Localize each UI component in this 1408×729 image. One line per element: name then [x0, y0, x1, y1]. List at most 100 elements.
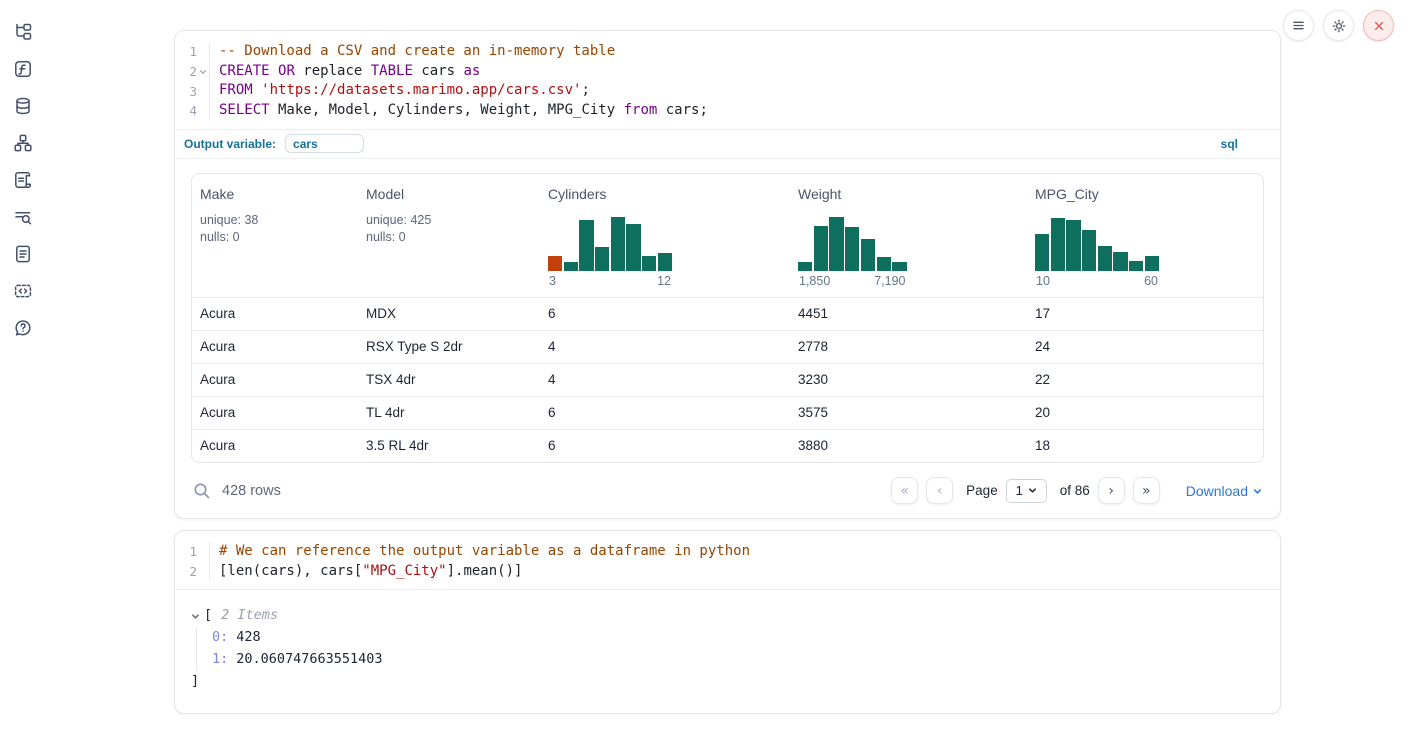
- table-row: AcuraMDX6445117: [192, 297, 1263, 330]
- download-label: Download: [1186, 483, 1248, 499]
- tree-entry: 0:428: [212, 627, 1264, 649]
- column-header[interactable]: Model unique: 425nulls: 0: [358, 186, 540, 288]
- column-header[interactable]: Makeunique: 38nulls: 0: [192, 186, 358, 288]
- table-cell: 17: [1027, 306, 1263, 321]
- tree-entries: 0:4281:20.060747663551403: [196, 627, 1264, 671]
- table-cell: 6: [540, 438, 790, 453]
- sql-code-editor[interactable]: 1234 -- Download a CSV and create an in-…: [175, 31, 1280, 130]
- left-panel-rail: [0, 0, 46, 339]
- table-cell: 4: [540, 339, 790, 354]
- histogram-bar: [564, 262, 578, 270]
- search-icon: [193, 482, 211, 500]
- menu-button[interactable]: [1283, 10, 1314, 41]
- next-page-button[interactable]: ›: [1098, 477, 1125, 504]
- close-icon: [1373, 20, 1385, 32]
- dependency-graph-icon[interactable]: [12, 132, 34, 154]
- column-header[interactable]: Cylinders312: [540, 186, 790, 288]
- table-body: AcuraMDX6445117AcuraRSX Type S 2dr427782…: [192, 297, 1263, 462]
- page-total-label: of 86: [1060, 483, 1090, 498]
- table-row: AcuraTL 4dr6357520: [192, 396, 1263, 429]
- code-line: CREATE OR replace TABLE cars as: [219, 62, 708, 82]
- histogram-bar: [595, 247, 609, 271]
- gear-icon: [1331, 18, 1347, 34]
- column-histogram: [548, 215, 672, 271]
- histogram-bar: [658, 253, 672, 270]
- histogram-bar: [1051, 218, 1065, 271]
- table-row: AcuraRSX Type S 2dr4277824: [192, 330, 1263, 363]
- table-cell: 3230: [790, 372, 1027, 387]
- code-line: FROM 'https://datasets.marimo.app/cars.c…: [219, 81, 708, 101]
- output-variable-label: Output variable:: [184, 137, 276, 151]
- line-number: 1: [175, 44, 197, 59]
- table-cell: 2778: [790, 339, 1027, 354]
- tree-entry: 1:20.060747663551403: [212, 649, 1264, 671]
- column-name: Model: [366, 186, 532, 202]
- tree-root-row: [ 2 Items: [191, 605, 1264, 627]
- line-number: 1: [175, 544, 197, 559]
- code-content: # We can reference the output variable a…: [210, 542, 750, 581]
- line-number: 2: [175, 564, 197, 579]
- settings-button[interactable]: [1323, 10, 1354, 41]
- table-cell: Acura: [192, 438, 358, 453]
- histogram-bar: [1066, 220, 1080, 271]
- histogram-bar: [642, 256, 656, 271]
- table-header: Makeunique: 38nulls: 0 Model unique: 425nu…: [192, 174, 1263, 297]
- fold-toggle-icon[interactable]: [197, 68, 209, 76]
- output-variable-input[interactable]: [285, 134, 364, 153]
- chevron-down-icon: [1253, 487, 1262, 496]
- logs-icon[interactable]: [12, 206, 34, 228]
- table-cell: 6: [540, 405, 790, 420]
- chevron-down-icon: [1028, 486, 1037, 495]
- table-row: Acura3.5 RL 4dr6388018: [192, 429, 1263, 462]
- pagination: « ‹ Page 1 of 86 › » Download: [891, 477, 1262, 504]
- column-name: MPG_City: [1035, 186, 1255, 202]
- items-count-label: 2 Items: [221, 605, 278, 627]
- histogram-range-labels: 1,8507,190: [798, 274, 907, 288]
- file-tree-icon[interactable]: [12, 21, 34, 43]
- code-line: SELECT Make, Model, Cylinders, Weight, M…: [219, 101, 708, 121]
- first-page-button[interactable]: «: [891, 477, 918, 504]
- histogram-bar: [814, 226, 828, 271]
- table-cell: Acura: [192, 372, 358, 387]
- table-cell: MDX: [358, 306, 540, 321]
- histogram-bar: [1113, 252, 1127, 270]
- table-footer: 428 rows « ‹ Page 1 of 86 › » Download: [191, 476, 1264, 506]
- table-cell: 3.5 RL 4dr: [358, 438, 540, 453]
- download-button[interactable]: Download: [1186, 483, 1262, 499]
- page-select-value: 1: [1016, 483, 1023, 498]
- open-bracket: [: [204, 605, 212, 627]
- code-line: # We can reference the output variable a…: [219, 542, 750, 562]
- table-cell: TL 4dr: [358, 405, 540, 420]
- prev-page-button[interactable]: ‹: [926, 477, 953, 504]
- collapse-toggle-icon[interactable]: [191, 612, 200, 621]
- python-code-editor[interactable]: 12 # We can reference the output variabl…: [175, 531, 1280, 590]
- help-icon[interactable]: [12, 317, 34, 339]
- column-header[interactable]: MPG_City1060: [1027, 186, 1263, 288]
- menu-icon: [1291, 18, 1306, 33]
- line-number-gutter: 12: [175, 542, 210, 581]
- close-button[interactable]: [1363, 10, 1394, 41]
- last-page-button[interactable]: »: [1133, 477, 1160, 504]
- histogram-bar: [1082, 230, 1096, 271]
- histogram-bar: [861, 239, 875, 270]
- page-label: Page: [966, 483, 998, 498]
- table-cell: 20: [1027, 405, 1263, 420]
- python-cell-output: [ 2 Items 0:4281:20.060747663551403 ]: [175, 590, 1280, 712]
- snippets-icon[interactable]: [12, 280, 34, 302]
- histogram-bar: [829, 217, 843, 271]
- scratchpad-icon[interactable]: [12, 169, 34, 191]
- column-name: Weight: [798, 186, 1019, 202]
- close-bracket: ]: [191, 671, 1264, 693]
- table-row: AcuraTSX 4dr4323022: [192, 363, 1263, 396]
- table-cell: 24: [1027, 339, 1263, 354]
- functions-icon[interactable]: [12, 58, 34, 80]
- table-cell: 4451: [790, 306, 1027, 321]
- column-header[interactable]: Weight 1,8507,190: [790, 186, 1027, 288]
- code-line: [len(cars), cars["MPG_City"].mean()]: [219, 562, 750, 582]
- datasources-icon[interactable]: [12, 95, 34, 117]
- documentation-icon[interactable]: [12, 243, 34, 265]
- table-search-button[interactable]: [193, 482, 211, 500]
- column-stats: unique: 425nulls: 0: [366, 212, 532, 246]
- histogram-bar: [548, 256, 562, 271]
- page-select[interactable]: 1: [1006, 479, 1047, 503]
